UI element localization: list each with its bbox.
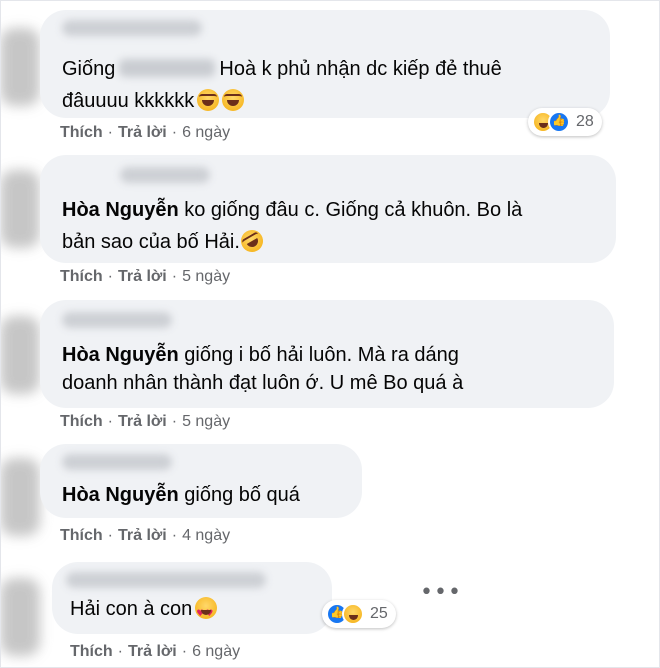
blurred-author-name[interactable] (120, 167, 210, 183)
tagged-name[interactable]: Hòa Nguyễn (62, 484, 179, 506)
like-link[interactable]: Thích (60, 527, 103, 544)
comment-bubble: Giống Hoà k phủ nhận dc kiếp đẻ thuê đâuu… (40, 10, 610, 118)
comment-actions: Thích · Trả lời · 6 ngày (70, 643, 241, 660)
like-link[interactable]: Thích (60, 124, 103, 141)
reaction-summary[interactable]: 25 (322, 600, 396, 628)
comment-text-line2: bản sao của bố Hải. (62, 225, 267, 257)
comment-bubble: Hòa Nguyễn giống bố quá (40, 444, 362, 518)
haha-reaction-icon (342, 603, 364, 625)
timestamp[interactable]: 4 ngày (182, 527, 230, 544)
comment-text: Hòa Nguyễn ko giống đâu c. Giống cả khuô… (62, 195, 522, 225)
like-reaction-icon (548, 111, 570, 133)
rofl-face-icon (236, 225, 267, 257)
reply-link[interactable]: Trả lời (118, 413, 167, 430)
comment-text-part: bản sao của bố Hải. (62, 231, 240, 253)
blurred-author-name[interactable] (66, 572, 266, 588)
comment-text-line2: doanh nhân thành đạt luôn ớ. U mê Bo quá… (62, 368, 463, 398)
comment-text-part: giống i bố hải luôn. Mà ra dáng (184, 344, 459, 366)
like-link[interactable]: Thích (60, 268, 103, 285)
comment-text-part: đâuuuu kkkkkk (62, 90, 195, 112)
timestamp[interactable]: 5 ngày (182, 268, 230, 285)
reaction-count: 28 (576, 113, 594, 130)
blurred-mention (119, 59, 216, 77)
comment-bubble: Hòa Nguyễn giống i bố hải luôn. Mà ra dá… (40, 300, 614, 408)
comment-text: Hải con à con (70, 594, 218, 629)
blurred-author-name[interactable] (62, 20, 202, 36)
comment-text-part: Hoà k phủ nhận dc kiếp đẻ thuê (219, 58, 502, 80)
laughing-face-icon (222, 89, 245, 111)
reply-link[interactable]: Trả lời (118, 527, 167, 544)
tagged-name[interactable]: Hòa Nguyễn (62, 199, 179, 221)
comment-actions: Thích · Trả lời · 6 ngày (60, 124, 231, 141)
comment-bubble: Hải con à con (52, 562, 332, 634)
timestamp[interactable]: 6 ngày (182, 124, 230, 141)
comment-actions: Thích · Trả lời · 5 ngày (60, 268, 231, 285)
comment-actions: Thích · Trả lời · 4 ngày (60, 527, 231, 544)
reply-link[interactable]: Trả lời (118, 124, 167, 141)
timestamp[interactable]: 5 ngày (182, 413, 230, 430)
comment-text-part: ko giống đâu c. Giống cả khuôn. Bo là (184, 199, 523, 221)
blurred-author-name[interactable] (62, 312, 172, 328)
laughing-face-icon (197, 89, 220, 111)
like-link[interactable]: Thích (60, 413, 103, 430)
heart-eyes-face-icon (195, 597, 218, 629)
comment-text: Hòa Nguyễn giống i bố hải luôn. Mà ra dá… (62, 340, 459, 370)
like-link[interactable]: Thích (70, 643, 113, 660)
more-options-icon[interactable]: ••• (420, 580, 462, 605)
comment-text-line2: đâuuuu kkkkkk (62, 86, 245, 116)
avatar[interactable] (0, 170, 40, 248)
comment-actions: Thích · Trả lời · 5 ngày (60, 413, 231, 430)
timestamp[interactable]: 6 ngày (192, 643, 240, 660)
comment-text-part: Hải con à con (70, 598, 193, 620)
comment-text: Hòa Nguyễn giống bố quá (62, 480, 300, 510)
comment-text-part: giống bố quá (184, 484, 300, 506)
blurred-author-name[interactable] (62, 454, 172, 470)
reaction-count: 25 (370, 605, 388, 622)
comment-text-part: doanh nhân thành đạt luôn ớ. U mê Bo quá… (62, 372, 464, 394)
reply-link[interactable]: Trả lời (128, 643, 177, 660)
avatar[interactable] (0, 316, 40, 394)
comment-text: Giống Hoà k phủ nhận dc kiếp đẻ thuê (62, 54, 502, 84)
reaction-summary[interactable]: 28 (528, 108, 602, 136)
reply-link[interactable]: Trả lời (118, 268, 167, 285)
comment-bubble: Hòa Nguyễn ko giống đâu c. Giống cả khuô… (40, 155, 616, 263)
avatar[interactable] (0, 578, 40, 656)
avatar[interactable] (0, 28, 40, 106)
comment-text-part: Giống (62, 58, 116, 80)
tagged-name[interactable]: Hòa Nguyễn (62, 344, 179, 366)
avatar[interactable] (0, 458, 40, 536)
